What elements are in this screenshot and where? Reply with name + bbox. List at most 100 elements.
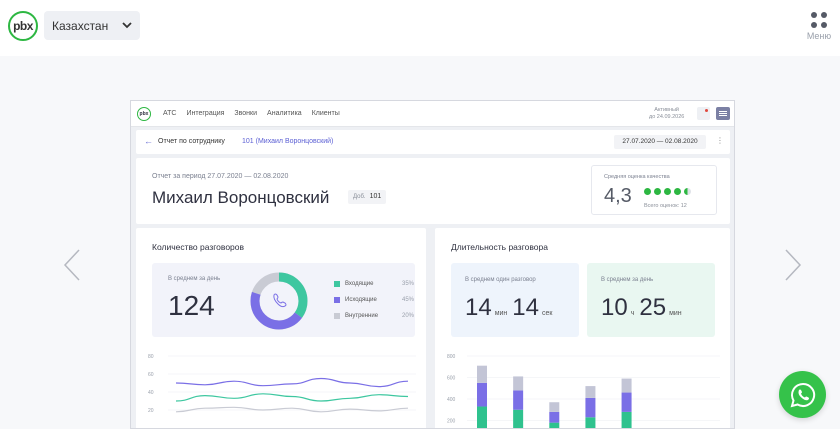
chevron-right-icon[interactable] — [783, 248, 803, 282]
calls-title: Количество разговоров — [152, 242, 245, 252]
calls-line-chart: 80 60 40 20 — [148, 354, 416, 414]
series-line — [175, 393, 409, 402]
bar-segment — [513, 376, 524, 391]
chevron-down-icon — [122, 22, 132, 29]
region-select[interactable]: Казахстан — [44, 11, 140, 40]
legend-item: Внутренние 20% — [334, 308, 414, 324]
avg-day-label: В среднем за день — [601, 277, 654, 283]
app-logo: pbx — [137, 107, 151, 121]
legend-pct: 20% — [401, 313, 414, 319]
legend-item: Входящие 35% — [334, 276, 414, 292]
calls-summary: В среднем за день 124 Входящие 35% Исходя… — [152, 263, 415, 337]
y-tick-label: 200 — [447, 419, 456, 425]
bar-segment — [621, 411, 632, 428]
ext-value: 101 — [369, 193, 382, 200]
legend-label: Входящие — [345, 281, 374, 287]
calls-donut-chart — [250, 272, 308, 330]
top-bar: pbx Казахстан Меню — [0, 0, 840, 56]
min-unit: мин — [669, 310, 682, 317]
avg-call-duration: В среднем один разговор 14 мин 14 сек — [451, 263, 579, 337]
y-tick-label: 20 — [148, 408, 154, 414]
rating-count: Всего оценок: 12 — [644, 203, 687, 209]
bar-segment — [549, 422, 560, 428]
grid-dots-icon — [811, 12, 827, 28]
y-tick-label: 800 — [447, 354, 456, 360]
phone-icon — [273, 293, 287, 308]
y-tick-label: 60 — [148, 372, 154, 378]
avg-call-sec: 14 — [512, 294, 539, 321]
account-status: Активный до 24.09.2026 — [649, 107, 684, 121]
avg-day-value: 10 ч 25 мин — [601, 294, 687, 322]
y-tick-label: 80 — [148, 354, 154, 360]
duration-panel: Длительность разговора В среднем один ра… — [435, 228, 730, 428]
bar-segment — [585, 397, 596, 418]
whatsapp-icon — [790, 382, 815, 407]
report-period: Отчет за период 27.07.2020 — 02.08.2020 — [152, 173, 289, 180]
duration-title: Длительность разговора — [451, 242, 548, 252]
legend-item: Исходящие 45% — [334, 292, 414, 308]
status-date: до 24.09.2026 — [649, 114, 685, 120]
rating-dots — [644, 188, 691, 195]
calls-panel: Количество разговоров В среднем за день … — [136, 228, 426, 428]
bar-segment — [621, 378, 632, 393]
bar-segment — [477, 406, 487, 428]
bar-segment — [477, 365, 487, 383]
rating-label: Средняя оценка качества — [604, 174, 670, 180]
series-line — [175, 406, 409, 413]
ext-label: Доб. — [353, 194, 366, 200]
bar-segment — [513, 390, 524, 410]
y-tick-label: 600 — [447, 376, 456, 382]
hour-unit: ч — [630, 310, 635, 317]
nav-link: Аналитика — [267, 110, 302, 117]
nav-link: Звонки — [234, 110, 258, 117]
perday-label: В среднем за день — [168, 276, 221, 282]
bar-segment — [585, 386, 596, 398]
legend-label: Внутренние — [345, 313, 379, 319]
product-screenshot: pbx АТС Интеграция Звонки Аналитика Клие… — [130, 100, 735, 429]
chevron-left-icon[interactable] — [62, 248, 82, 282]
menu-label: Меню — [806, 31, 832, 41]
app-nav: pbx АТС Интеграция Звонки Аналитика Клие… — [131, 101, 734, 127]
report-title: Отчет по сотруднику — [158, 138, 225, 145]
rating-value: 4,3 — [604, 185, 632, 207]
calls-legend: Входящие 35% Исходящие 45% Внутренние 20% — [334, 276, 414, 324]
nav-link: Клиенты — [311, 110, 340, 117]
min-unit: мин — [494, 310, 508, 317]
avg-day-duration: В среднем за день 10 ч 25 мин — [587, 263, 715, 337]
series-line — [175, 377, 409, 388]
legend-label: Исходящие — [345, 297, 377, 303]
hamburger-icon — [716, 107, 730, 120]
region-label: Казахстан — [52, 18, 109, 33]
status-label: Активный — [654, 107, 680, 113]
bar-segment — [513, 409, 524, 428]
avg-call-min: 14 — [465, 294, 492, 321]
extension-badge: Доб. 101 — [348, 190, 387, 204]
bar-segment — [585, 417, 596, 428]
avg-day-min: 25 — [639, 294, 667, 321]
nav-link: АТС — [163, 110, 177, 117]
quality-rating: Средняя оценка качества 4,3 Всего оценок… — [591, 165, 717, 215]
menu-button[interactable]: Меню — [804, 12, 834, 41]
perday-value: 124 — [168, 290, 215, 321]
bar-segment — [477, 382, 487, 407]
avg-call-value: 14 мин 14 сек — [465, 294, 557, 322]
bar-segment — [549, 402, 560, 412]
back-arrow-icon: ← — [144, 136, 153, 146]
legend-pct: 45% — [401, 297, 414, 303]
report-person: 101 (Михаил Воронцовский) — [242, 138, 334, 145]
bell-icon — [697, 107, 710, 120]
whatsapp-button[interactable] — [779, 371, 826, 418]
pbx-logo[interactable]: pbx — [8, 11, 38, 41]
y-tick-label: 400 — [447, 397, 456, 403]
legend-pct: 35% — [401, 281, 414, 287]
nav-link: Интеграция — [186, 110, 225, 117]
sec-unit: сек — [542, 310, 553, 317]
nav-links: АТС Интеграция Звонки Аналитика Клиенты — [163, 110, 340, 117]
report-header: ← Отчет по сотруднику 101 (Михаил Воронц… — [136, 130, 730, 154]
more-icon: ⋮ — [716, 136, 724, 145]
date-range: 27.07.2020 — 02.08.2020 — [614, 135, 706, 149]
bar-segment — [549, 411, 560, 423]
duration-bar-chart: 800 600 400 200 — [447, 354, 720, 428]
employee-profile: Отчет за период 27.07.2020 — 02.08.2020 … — [136, 158, 730, 224]
employee-name: Михаил Воронцовский — [152, 188, 330, 207]
